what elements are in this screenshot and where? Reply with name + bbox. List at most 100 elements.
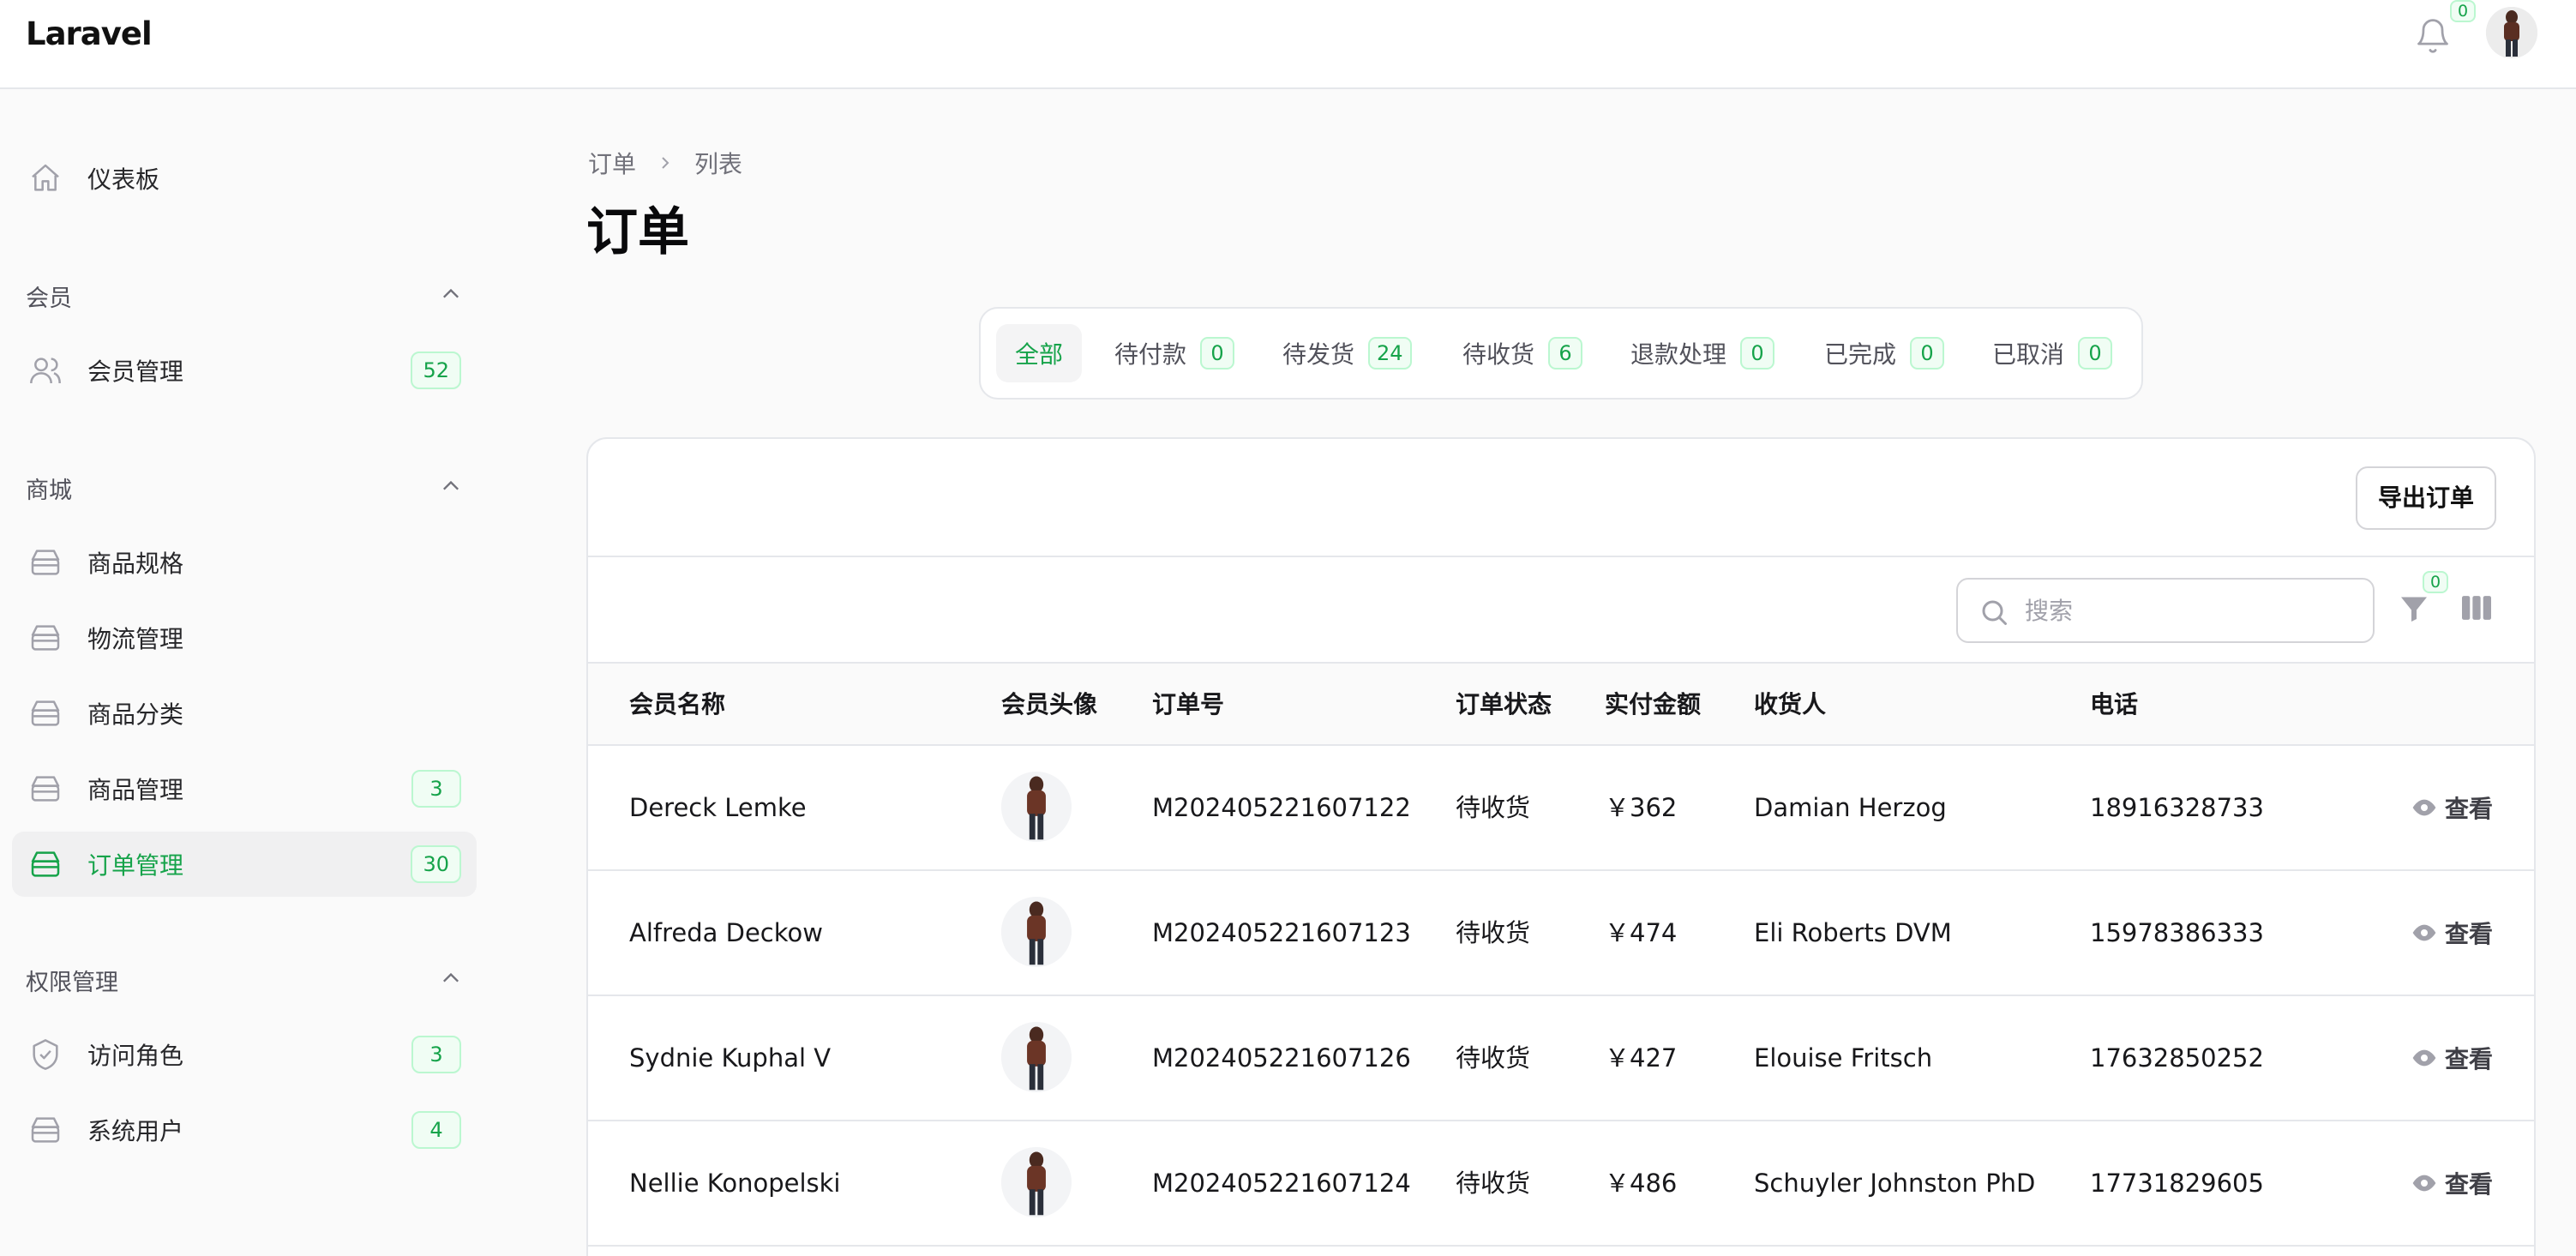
status-tabs: 全部 待付款 0 待发货 24 待收货 6 退款处理 0 已完成 0 已取消 0 bbox=[979, 307, 2143, 400]
box-icon bbox=[31, 1117, 60, 1143]
column-header-phone[interactable]: 电话 bbox=[2090, 664, 2138, 746]
view-button[interactable]: 查看 bbox=[2411, 996, 2493, 1120]
box-icon bbox=[31, 700, 60, 726]
sidebar-item-dashboard[interactable]: 仪表板 bbox=[12, 146, 477, 211]
cell-amount: ￥474 bbox=[1605, 918, 1678, 947]
cell-phone: 18916328733 bbox=[2090, 793, 2264, 822]
eye-icon bbox=[2412, 799, 2436, 816]
divider bbox=[588, 556, 2534, 557]
count-badge: 0 bbox=[1200, 337, 1235, 370]
shield-check-icon bbox=[33, 1039, 58, 1070]
filter-icon[interactable] bbox=[2399, 592, 2429, 626]
tab-pending-payment[interactable]: 待付款 0 bbox=[1096, 324, 1253, 382]
count-badge: 0 bbox=[1740, 337, 1775, 370]
column-header-member-avatar: 会员头像 bbox=[1001, 690, 1098, 718]
cell-phone: 17731829605 bbox=[2090, 1169, 2264, 1198]
view-label: 查看 bbox=[2445, 795, 2494, 823]
export-orders-button[interactable]: 导出订单 bbox=[2356, 466, 2496, 530]
column-header-receiver[interactable]: 收货人 bbox=[1754, 664, 1826, 746]
sidebar-item-roles[interactable]: 访问角色 3 bbox=[12, 1022, 477, 1087]
cell-order-status: 待收货 bbox=[1456, 793, 1531, 822]
box-icon bbox=[31, 851, 60, 877]
eye-icon bbox=[2412, 924, 2436, 941]
sidebar-item-label: 仪表板 bbox=[87, 165, 160, 194]
column-header-order-status[interactable]: 订单状态 bbox=[1456, 664, 1552, 746]
eye-icon bbox=[2412, 1175, 2436, 1192]
box-icon bbox=[31, 550, 60, 575]
sidebar-item-member-management[interactable]: 会员管理 52 bbox=[12, 338, 477, 403]
member-avatar bbox=[1001, 897, 1072, 967]
cell-order-status: 待收货 bbox=[1456, 1169, 1531, 1198]
tab-cancelled[interactable]: 已取消 0 bbox=[1973, 324, 2131, 382]
tab-label: 已取消 bbox=[1992, 340, 2065, 369]
tab-label: 退款处理 bbox=[1630, 340, 1727, 369]
top-bar: Laravel 0 bbox=[0, 0, 2576, 89]
view-button[interactable]: 查看 bbox=[2411, 871, 2493, 995]
tab-refunds[interactable]: 退款处理 0 bbox=[1612, 324, 1793, 382]
breadcrumb: 订单 列表 bbox=[588, 146, 742, 180]
table-row: Sydnie Kuphal V M202405221607126 待收货 ￥42… bbox=[588, 996, 2534, 1121]
cell-amount: ￥486 bbox=[1605, 1169, 1678, 1198]
search-input[interactable] bbox=[2025, 580, 2359, 641]
user-avatar[interactable] bbox=[2486, 7, 2537, 58]
search-icon bbox=[1982, 600, 2007, 625]
box-icon bbox=[31, 625, 60, 651]
cell-order-no: M202405221607122 bbox=[1152, 793, 1411, 822]
cell-order-no: M202405221607126 bbox=[1152, 1043, 1411, 1073]
cell-order-no: M202405221607123 bbox=[1152, 918, 1411, 947]
app-logo[interactable]: Laravel bbox=[26, 15, 153, 52]
chevron-up-icon[interactable] bbox=[439, 969, 463, 986]
home-icon bbox=[32, 164, 59, 191]
column-header-order-no[interactable]: 订单号 bbox=[1152, 664, 1224, 746]
cell-amount: ￥427 bbox=[1605, 1043, 1678, 1073]
view-button[interactable]: 查看 bbox=[2411, 746, 2493, 869]
group-header-shop[interactable]: 商城 bbox=[26, 472, 463, 506]
count-badge: 0 bbox=[1910, 337, 1945, 370]
sidebar-item-products[interactable]: 商品管理 3 bbox=[12, 756, 477, 821]
search-box[interactable] bbox=[1956, 578, 2375, 643]
group-header-members[interactable]: 会员 bbox=[26, 279, 463, 314]
columns-icon[interactable] bbox=[2460, 593, 2493, 622]
eye-icon bbox=[2412, 1049, 2436, 1067]
count-badge: 3 bbox=[411, 1036, 461, 1073]
sidebar-item-system-users[interactable]: 系统用户 4 bbox=[12, 1097, 477, 1163]
chevron-right-icon bbox=[662, 157, 670, 169]
chevron-up-icon[interactable] bbox=[439, 477, 463, 494]
tab-pending-receipt[interactable]: 待收货 6 bbox=[1444, 324, 1601, 382]
cell-order-status: 待收货 bbox=[1456, 918, 1531, 947]
group-header-permissions[interactable]: 权限管理 bbox=[26, 964, 463, 998]
count-badge: 4 bbox=[411, 1111, 461, 1149]
member-avatar bbox=[1001, 1147, 1072, 1217]
cell-member-name: Dereck Lemke bbox=[629, 793, 807, 822]
sidebar-item-label: 会员管理 bbox=[87, 358, 184, 386]
breadcrumb-orders-link[interactable]: 订单 bbox=[588, 146, 636, 180]
cell-receiver: Elouise Fritsch bbox=[1754, 1043, 1933, 1073]
tab-completed[interactable]: 已完成 0 bbox=[1805, 324, 1963, 382]
sidebar-item-label: 商品分类 bbox=[87, 700, 184, 729]
cell-order-no: M202405221607124 bbox=[1152, 1169, 1411, 1198]
bell-icon[interactable] bbox=[2414, 15, 2452, 57]
sidebar-item-categories[interactable]: 商品分类 bbox=[12, 681, 477, 746]
sidebar-item-logistics[interactable]: 物流管理 bbox=[12, 605, 477, 670]
view-button[interactable]: 查看 bbox=[2411, 1121, 2493, 1245]
member-avatar bbox=[1001, 772, 1072, 842]
tab-pending-shipment[interactable]: 待发货 24 bbox=[1264, 324, 1431, 382]
breadcrumb-current: 列表 bbox=[694, 150, 743, 178]
cell-member-name: Sydnie Kuphal V bbox=[629, 1043, 832, 1073]
table-row: Dereck Lemke M202405221607122 待收货 ￥362 D… bbox=[588, 746, 2534, 871]
sidebar-item-orders[interactable]: 订单管理 30 bbox=[12, 832, 477, 897]
count-badge: 24 bbox=[1368, 337, 1412, 370]
column-header-member-name[interactable]: 会员名称 bbox=[629, 664, 725, 746]
sidebar-item-product-specs[interactable]: 商品规格 bbox=[12, 530, 477, 595]
group-label: 权限管理 bbox=[26, 970, 118, 996]
tab-all[interactable]: 全部 bbox=[996, 324, 1083, 382]
column-header-amount[interactable]: 实付金额 bbox=[1605, 664, 1701, 746]
cell-order-status: 待收货 bbox=[1456, 1043, 1531, 1073]
chevron-up-icon[interactable] bbox=[439, 285, 463, 302]
sidebar-item-label: 物流管理 bbox=[87, 625, 184, 653]
sidebar-item-label: 订单管理 bbox=[87, 851, 184, 880]
table-header: 会员名称 会员头像 订单号 订单状态 实付金额 收货人 电话 bbox=[588, 662, 2534, 746]
sidebar: 仪表板 会员 会员管理 52 商城 商品规格 物流管理 商品分类 商品管理 3 … bbox=[0, 89, 497, 1256]
view-label: 查看 bbox=[2445, 1045, 2494, 1073]
group-label: 会员 bbox=[26, 285, 72, 312]
